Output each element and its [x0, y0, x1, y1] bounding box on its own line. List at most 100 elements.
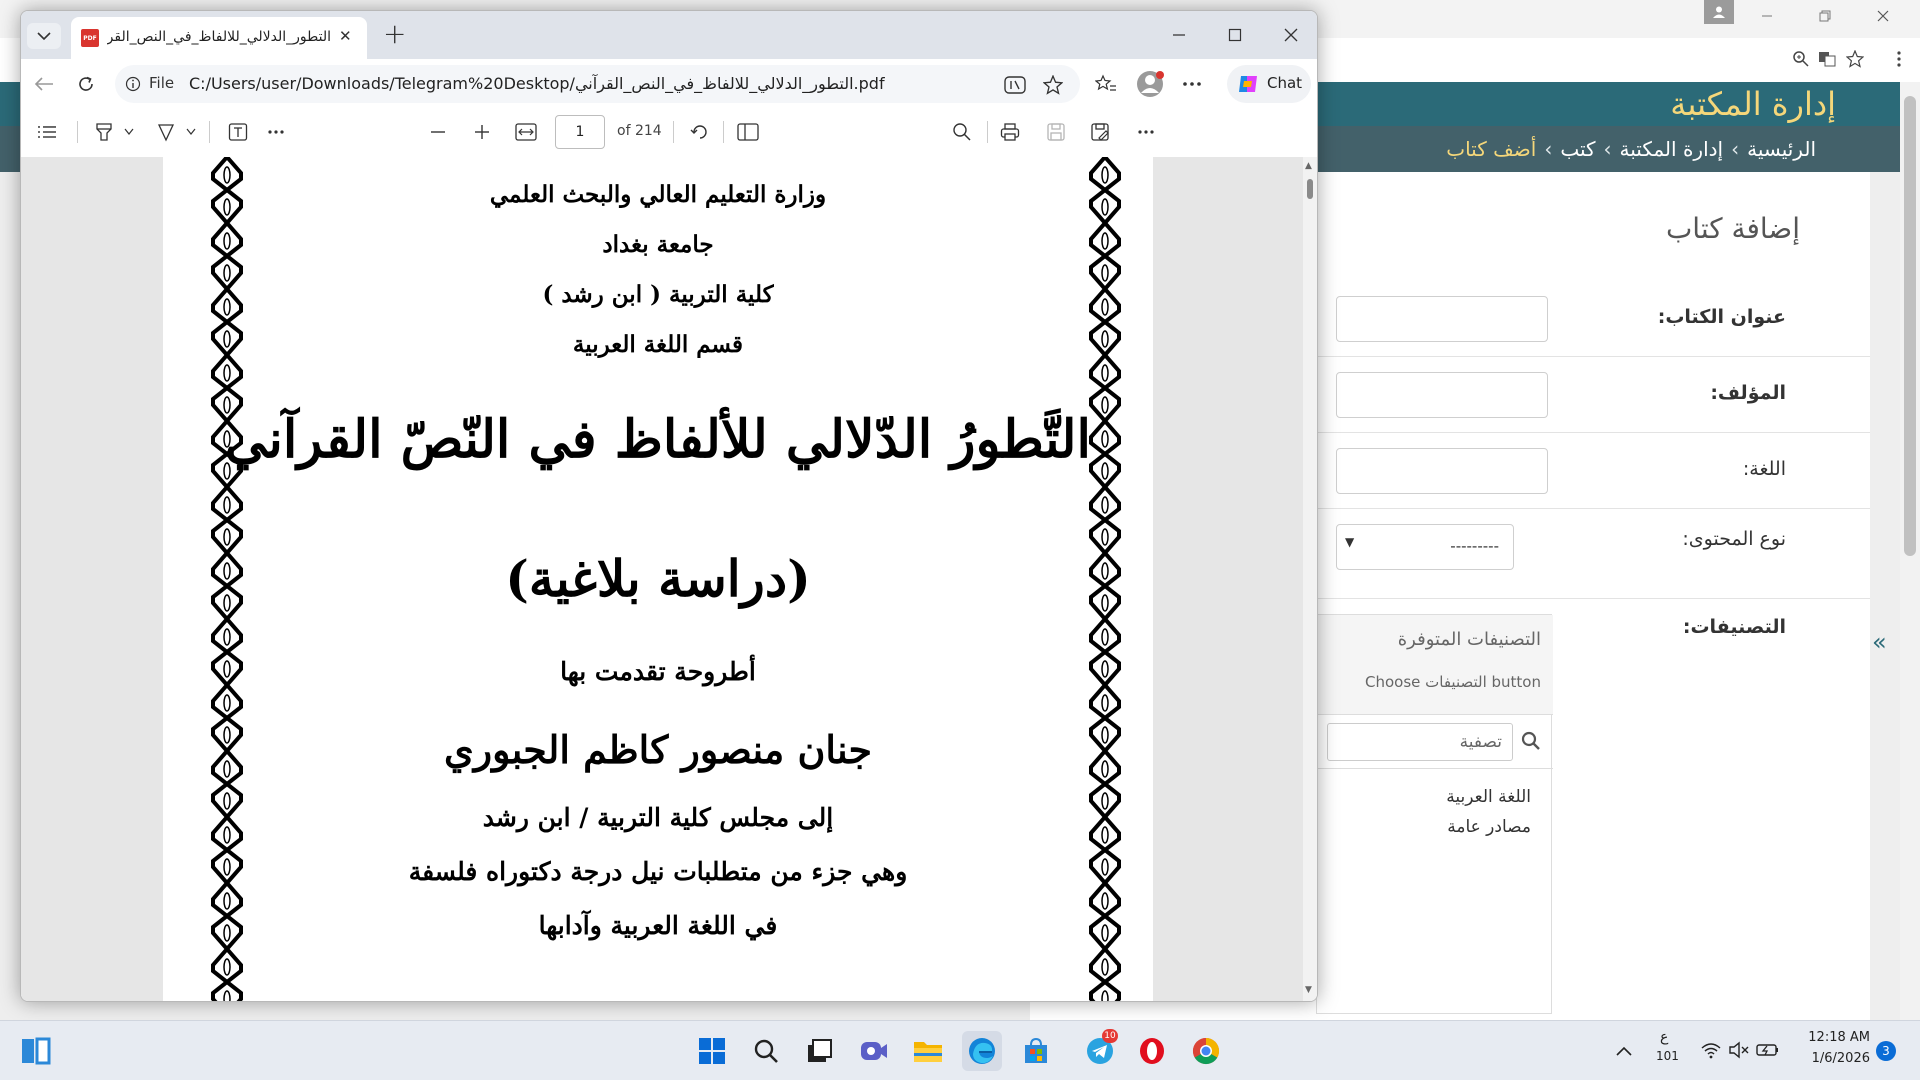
pdf-file-icon: PDF: [81, 29, 99, 47]
widgets-icon[interactable]: [18, 1033, 54, 1069]
refresh-icon[interactable]: [71, 69, 101, 99]
submitted-by-line: أطروحة تقدمت بها: [560, 657, 756, 686]
page-scrollbar[interactable]: [1900, 82, 1920, 1020]
microsoft-store-icon[interactable]: [1016, 1031, 1056, 1071]
content-type-select[interactable]: --------- ▼: [1336, 524, 1514, 570]
search-icon[interactable]: [746, 1031, 786, 1071]
print-icon[interactable]: [997, 119, 1023, 145]
more-horizontal-icon[interactable]: [1177, 69, 1207, 99]
chevron-down-icon[interactable]: [183, 123, 199, 141]
title-input[interactable]: [1336, 296, 1548, 342]
more-horizontal-icon[interactable]: [1133, 119, 1159, 145]
category-option-2[interactable]: مصادر عامة: [1447, 817, 1531, 837]
scrollbar-thumb[interactable]: [1904, 96, 1916, 556]
copilot-icon: [1235, 72, 1261, 96]
tab-pdf[interactable]: PDF التطور_الدلالي_للالفاظ_في_النص_القرآ…: [71, 17, 367, 59]
college-line: كلية التربية ( ابن رشد ): [542, 281, 774, 308]
pdf-page: وزارة التعليم العالي والبحث العلمي جامعة…: [163, 157, 1153, 1001]
scroll-down-arrow-icon[interactable]: ▼: [1305, 985, 1312, 995]
volume-muted-icon[interactable]: [1728, 1039, 1750, 1061]
breadcrumb-books[interactable]: كتب: [1560, 137, 1595, 161]
page-number-input[interactable]: 1: [555, 115, 605, 149]
favorite-star-icon[interactable]: [1041, 73, 1065, 97]
breadcrumb-current: أضف كتاب: [1446, 137, 1537, 161]
profile-icon[interactable]: [1704, 0, 1734, 24]
battery-charging-icon[interactable]: [1756, 1039, 1780, 1061]
favorites-icon[interactable]: [1091, 69, 1121, 99]
copilot-chat-button[interactable]: Chat: [1227, 65, 1311, 103]
breadcrumb-library-admin[interactable]: إدارة المكتبة: [1620, 137, 1724, 161]
more-horizontal-icon[interactable]: [263, 119, 289, 145]
reading-view-icon[interactable]: [1003, 73, 1027, 97]
more-vertical-icon[interactable]: [1888, 48, 1910, 70]
search-icon[interactable]: [949, 119, 975, 145]
tab-actions-chevron-icon[interactable]: [27, 23, 61, 49]
profile-avatar-icon[interactable]: [1133, 67, 1167, 101]
translate-icon[interactable]: [1816, 48, 1838, 70]
clock-time[interactable]: 12:18 AM: [1806, 1030, 1870, 1045]
restore-icon[interactable]: [1810, 4, 1840, 28]
task-view-icon[interactable]: [800, 1031, 840, 1071]
zoom-icon[interactable]: [1790, 48, 1812, 70]
bookmark-star-icon[interactable]: [1844, 48, 1866, 70]
breadcrumb-separator: ›: [1544, 137, 1553, 161]
edge-browser-icon[interactable]: [962, 1031, 1002, 1071]
address-bar[interactable]: File C:/Users/user/Downloads/Telegram%20…: [115, 65, 1080, 103]
fit-width-icon[interactable]: [513, 119, 539, 145]
close-icon[interactable]: [1868, 4, 1898, 28]
telegram-icon[interactable]: 10: [1080, 1029, 1120, 1071]
highlight-icon[interactable]: [91, 119, 117, 145]
scroll-up-arrow-icon[interactable]: ▲: [1305, 161, 1312, 171]
minimize-icon[interactable]: [1752, 4, 1782, 28]
wifi-icon[interactable]: [1700, 1039, 1722, 1061]
chevron-down-icon[interactable]: [121, 123, 137, 141]
input-language[interactable]: ع: [1660, 1029, 1668, 1045]
page-total: of 214: [617, 123, 662, 139]
language-input[interactable]: [1336, 448, 1548, 494]
close-icon[interactable]: [1273, 21, 1309, 49]
category-option-1[interactable]: اللغة العربية: [1446, 787, 1531, 807]
categories-label: التصنيفات:: [1682, 616, 1786, 638]
input-language-code[interactable]: 101: [1656, 1049, 1679, 1063]
zoom-in-icon[interactable]: [469, 119, 495, 145]
university-line: جامعة بغداد: [602, 231, 714, 258]
rotate-icon[interactable]: [687, 119, 713, 145]
clock-date[interactable]: 1/6/2026: [1806, 1051, 1870, 1066]
pdf-scrollbar[interactable]: ▲ ▼: [1303, 157, 1317, 1001]
draw-icon[interactable]: [153, 119, 179, 145]
zoom-out-icon[interactable]: [425, 119, 451, 145]
pdf-viewport[interactable]: وزارة التعليم العالي والبحث العلمي جامعة…: [21, 157, 1317, 1001]
collapse-sidebar-icon[interactable]: «: [1872, 628, 1887, 656]
content-type-label: نوع المحتوى:: [1682, 528, 1786, 550]
available-categories-help: Choose التصنيفات button: [1364, 673, 1541, 691]
teams-meet-icon[interactable]: [854, 1031, 894, 1071]
save-as-icon[interactable]: [1087, 119, 1113, 145]
text-box-icon[interactable]: [225, 119, 251, 145]
start-icon[interactable]: [692, 1031, 732, 1071]
site-title[interactable]: إدارة المكتبة: [1670, 82, 1836, 126]
chat-label: Chat: [1267, 74, 1303, 92]
breadcrumb-home[interactable]: الرئيسية: [1747, 137, 1816, 161]
filter-placeholder: تصفية: [1459, 732, 1502, 752]
contents-list-icon[interactable]: [35, 121, 59, 143]
file-explorer-icon[interactable]: [908, 1031, 948, 1071]
opera-browser-icon[interactable]: [1132, 1031, 1172, 1071]
author-input[interactable]: [1336, 372, 1548, 418]
filter-input[interactable]: تصفية: [1327, 723, 1513, 761]
new-tab-icon[interactable]: +: [383, 17, 406, 50]
address-url[interactable]: C:/Users/user/Downloads/Telegram%20Deskt…: [189, 74, 979, 96]
tab-close-icon[interactable]: ✕: [339, 27, 352, 45]
back-arrow-icon[interactable]: [29, 69, 59, 99]
show-hidden-icons-chevron-icon[interactable]: [1612, 1039, 1636, 1063]
notification-badge[interactable]: 3: [1876, 1041, 1896, 1061]
minimize-icon[interactable]: [1161, 21, 1197, 49]
scrollbar-thumb[interactable]: [1307, 179, 1313, 199]
chrome-browser-icon[interactable]: [1186, 1031, 1226, 1071]
address-prefix: File: [149, 74, 175, 92]
save-icon[interactable]: [1043, 119, 1069, 145]
author-name: جنان منصور كاظم الجبوري: [444, 727, 872, 772]
page-view-icon[interactable]: [735, 119, 761, 145]
breadcrumb: الرئيسية › إدارة المكتبة › كتب › أضف كتاب: [1446, 126, 1816, 172]
info-icon[interactable]: [123, 74, 143, 94]
maximize-icon[interactable]: [1217, 21, 1253, 49]
